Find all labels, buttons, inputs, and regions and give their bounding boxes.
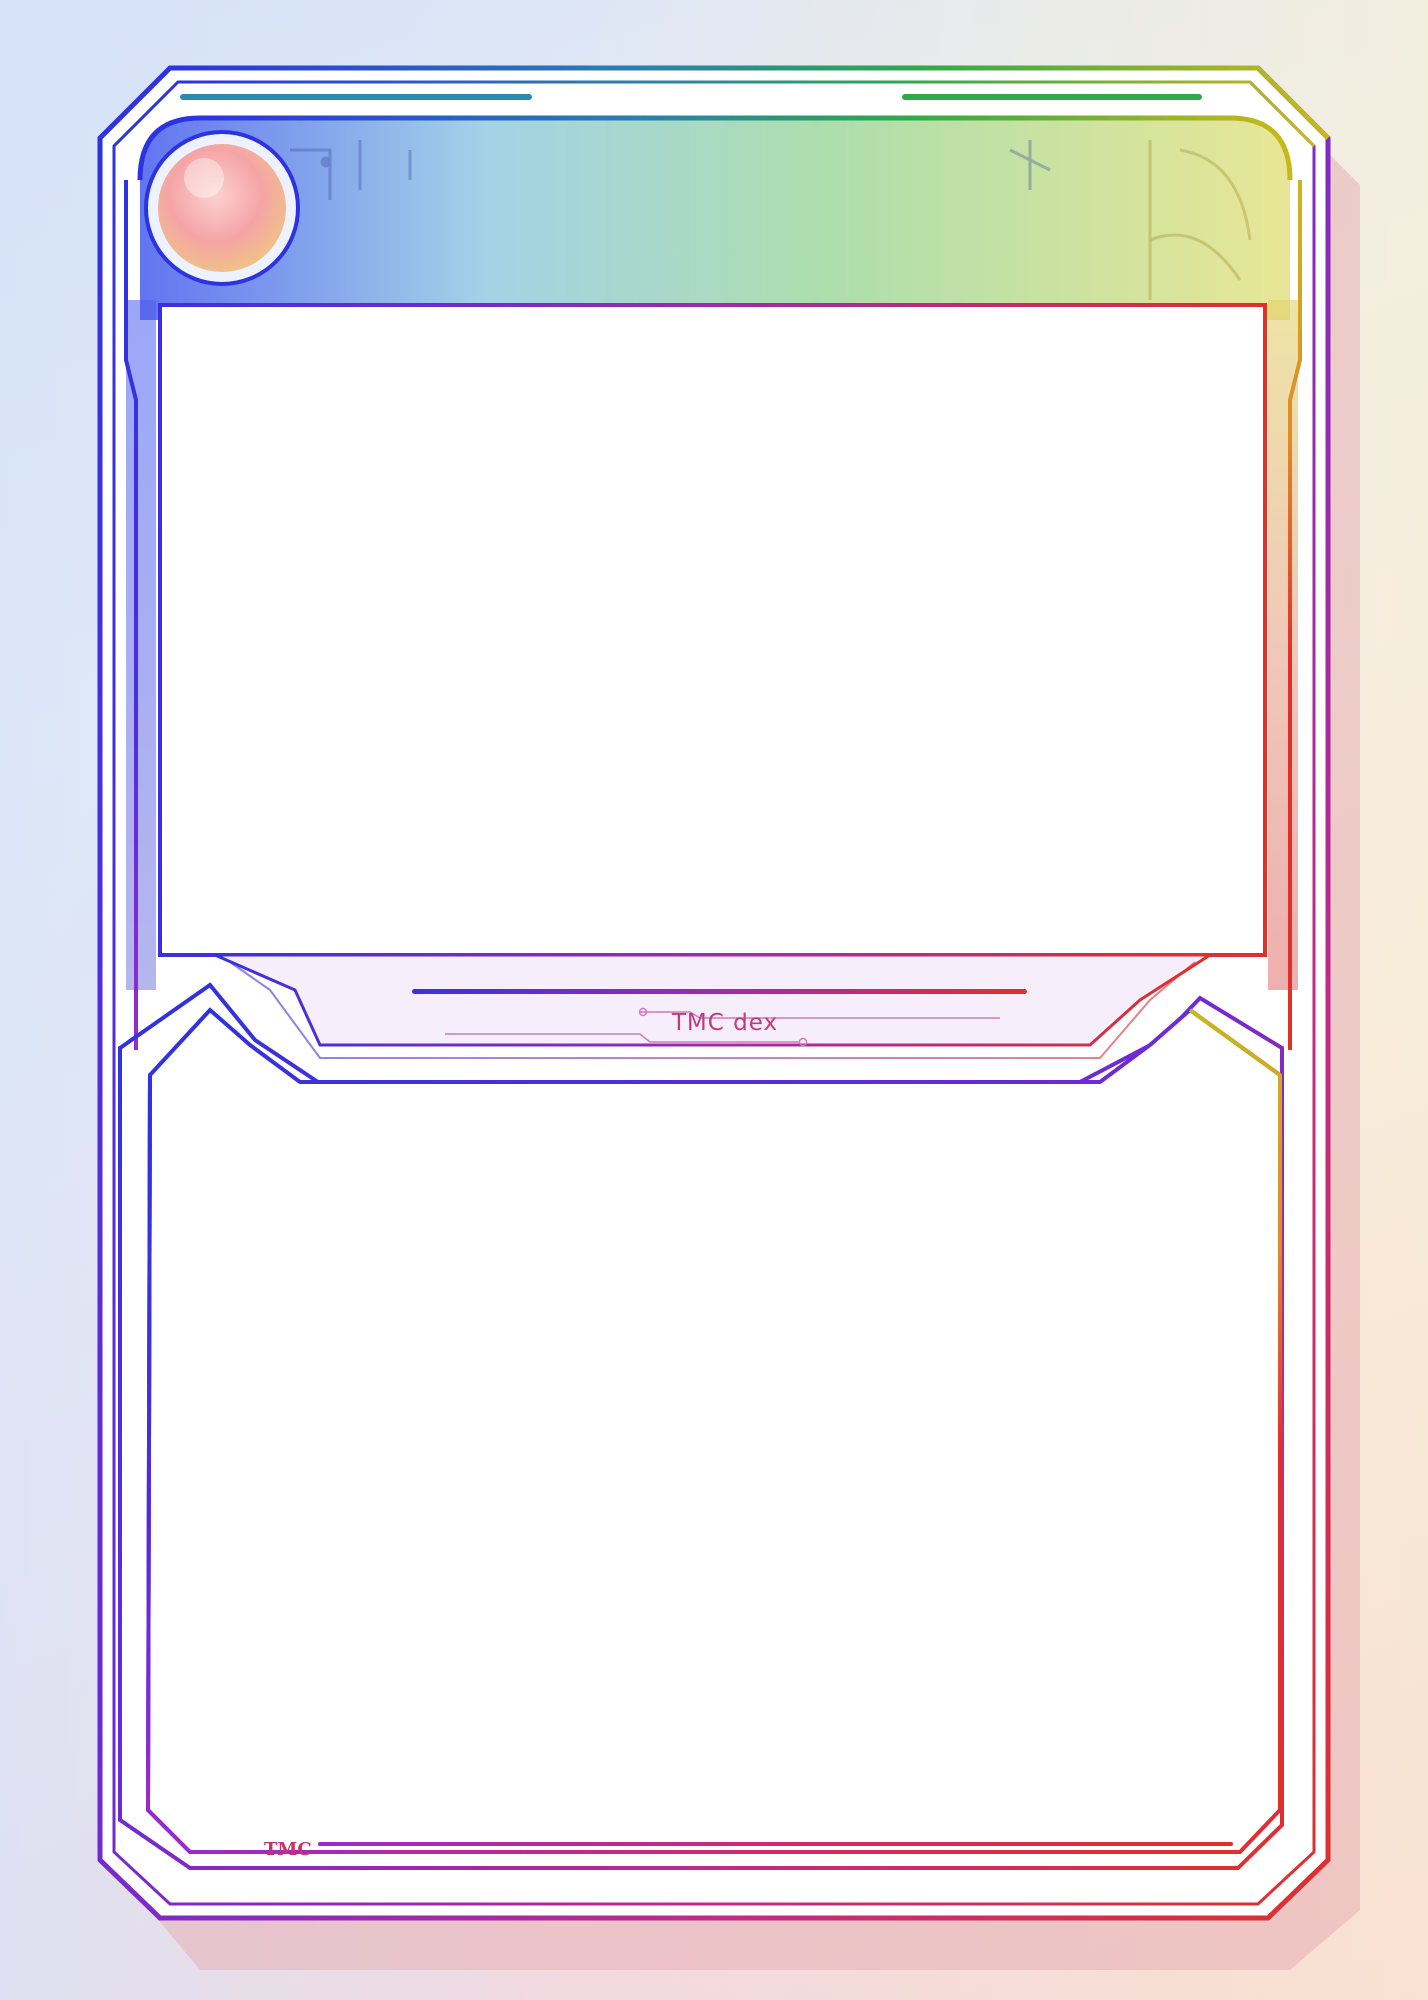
header-band xyxy=(140,118,1290,320)
text-panel xyxy=(145,1007,1282,1854)
card-frame xyxy=(97,65,1360,1970)
energy-orb-icon xyxy=(144,130,300,286)
art-window xyxy=(158,303,1267,957)
dex-label: TMC dex xyxy=(671,1010,779,1036)
brand-label: TMC xyxy=(264,1839,312,1860)
